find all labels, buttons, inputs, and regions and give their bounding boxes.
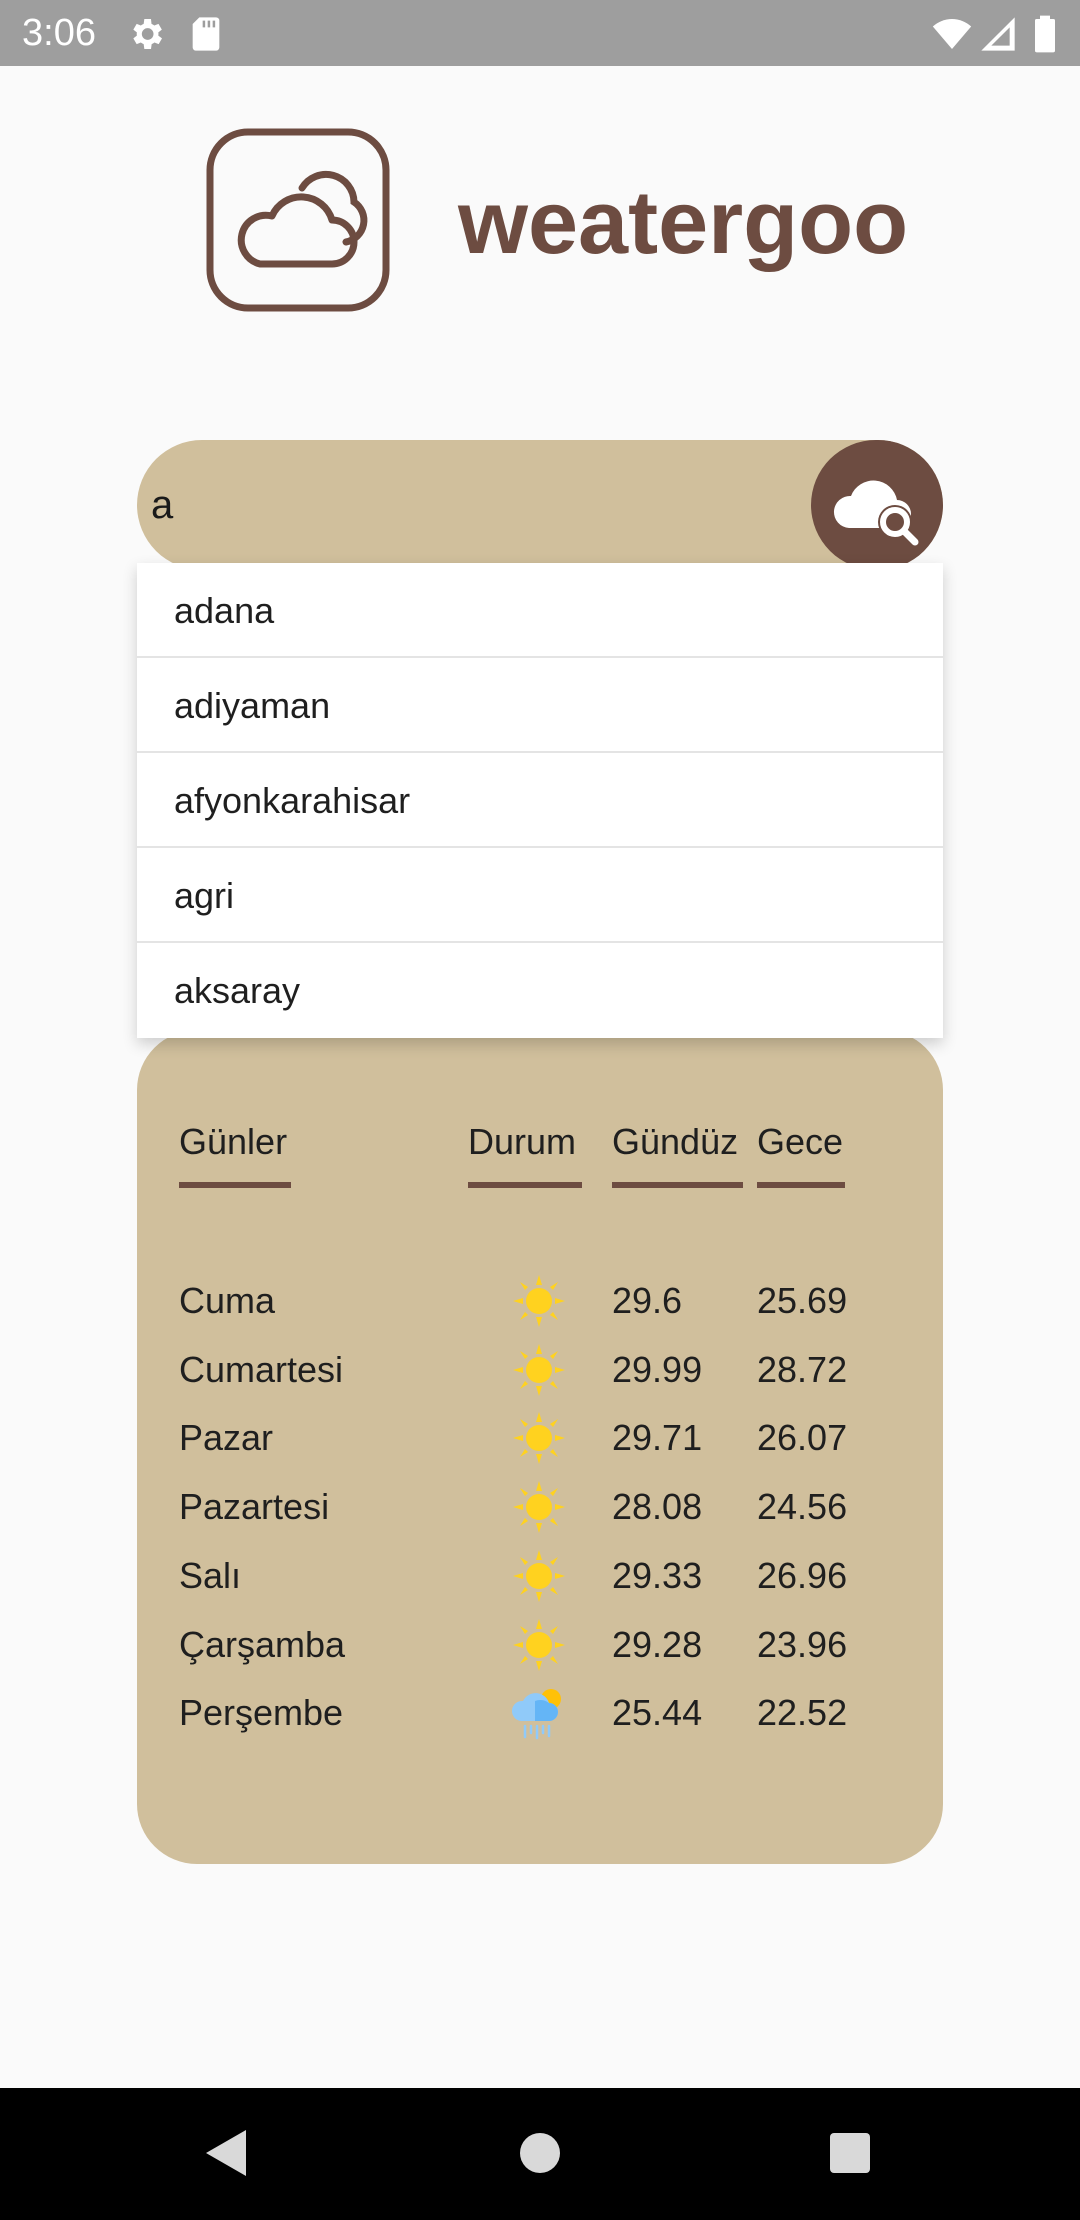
forecast-row: Salı 29.33 26.96 (137, 1541, 943, 1610)
forecast-row: Pazartesi 28.08 24.56 (137, 1472, 943, 1541)
signal-icon (981, 17, 1015, 51)
sd-card-icon (192, 17, 220, 51)
day-temp: 29.6 (612, 1280, 683, 1321)
sun-icon (513, 1412, 565, 1464)
suggestion-item[interactable]: agri (137, 848, 943, 943)
night-temp: 28.72 (757, 1349, 848, 1390)
day-name: Perşembe (179, 1692, 344, 1733)
day-temp: 28.08 (612, 1486, 703, 1527)
night-temp: 23.96 (757, 1624, 848, 1665)
app-screen: 3:06 weatergoo a adana adiyaman afyonkar… (0, 0, 1080, 2220)
rain-sun-icon (511, 1689, 561, 1740)
navigation-bar (0, 2088, 1080, 2220)
day-name: Salı (179, 1555, 242, 1596)
sun-icon (513, 1344, 565, 1396)
day-temp: 29.71 (612, 1417, 703, 1458)
day-name: Pazartesi (179, 1486, 330, 1527)
cloud-search-icon (833, 480, 919, 546)
header-days: Günler (179, 1121, 288, 1162)
day-name: Çarşamba (179, 1624, 346, 1665)
header-underline (468, 1182, 582, 1188)
forecast-card: Günler Durum Gündüz Gece Cuma 29.6 25.69… (137, 1030, 943, 1864)
day-name: Pazar (179, 1417, 274, 1458)
header-status: Durum (468, 1121, 577, 1162)
night-temp: 26.07 (757, 1417, 848, 1458)
night-temp: 25.69 (757, 1280, 848, 1321)
home-icon[interactable] (505, 2118, 575, 2188)
sun-icon (513, 1275, 565, 1327)
search-input[interactable] (151, 465, 791, 545)
sun-icon (513, 1481, 565, 1533)
search-button[interactable] (811, 440, 943, 570)
suggestion-item[interactable]: afyonkarahisar (137, 753, 943, 848)
suggestions-dropdown: adana adiyaman afyonkarahisar agri aksar… (137, 563, 943, 1038)
night-temp: 22.52 (757, 1692, 848, 1733)
forecast-row: Cuma 29.6 25.69 (137, 1266, 943, 1335)
app-title: weatergoo (458, 173, 909, 273)
cloud-icon (206, 128, 390, 312)
status-time: 3:06 (22, 12, 96, 54)
day-temp: 29.99 (612, 1349, 703, 1390)
suggestion-item[interactable]: adiyaman (137, 658, 943, 753)
sun-icon (513, 1619, 565, 1671)
suggestion-item[interactable]: aksaray (137, 943, 943, 1038)
suggestion-item[interactable]: adana (137, 563, 943, 658)
gear-icon (133, 19, 162, 49)
forecast-row: Cumartesi 29.99 28.72 (137, 1335, 943, 1404)
status-bar: 3:06 (0, 0, 1080, 66)
night-temp: 24.56 (757, 1486, 848, 1527)
header-underline (179, 1182, 291, 1188)
day-name: Cumartesi (179, 1349, 344, 1390)
back-icon[interactable] (190, 2118, 260, 2188)
wifi-icon (932, 19, 972, 49)
day-name: Cuma (179, 1280, 276, 1321)
night-temp: 26.96 (757, 1555, 848, 1596)
header-underline (612, 1182, 743, 1188)
day-temp: 25.44 (612, 1692, 703, 1733)
header-night-temp: Gece (757, 1121, 844, 1162)
header-underline (757, 1182, 845, 1188)
day-temp: 29.33 (612, 1555, 703, 1596)
search-bar (137, 440, 943, 570)
header-day-temp: Gündüz (612, 1121, 739, 1162)
forecast-row: Pazar 29.71 26.07 (137, 1403, 943, 1472)
recents-icon[interactable] (815, 2118, 885, 2188)
forecast-row: Çarşamba 29.28 23.96 (137, 1610, 943, 1679)
sun-icon (513, 1550, 565, 1602)
forecast-row: Perşembe 25.44 22.52 (137, 1678, 943, 1747)
battery-icon (1035, 15, 1055, 53)
day-temp: 29.28 (612, 1624, 703, 1665)
